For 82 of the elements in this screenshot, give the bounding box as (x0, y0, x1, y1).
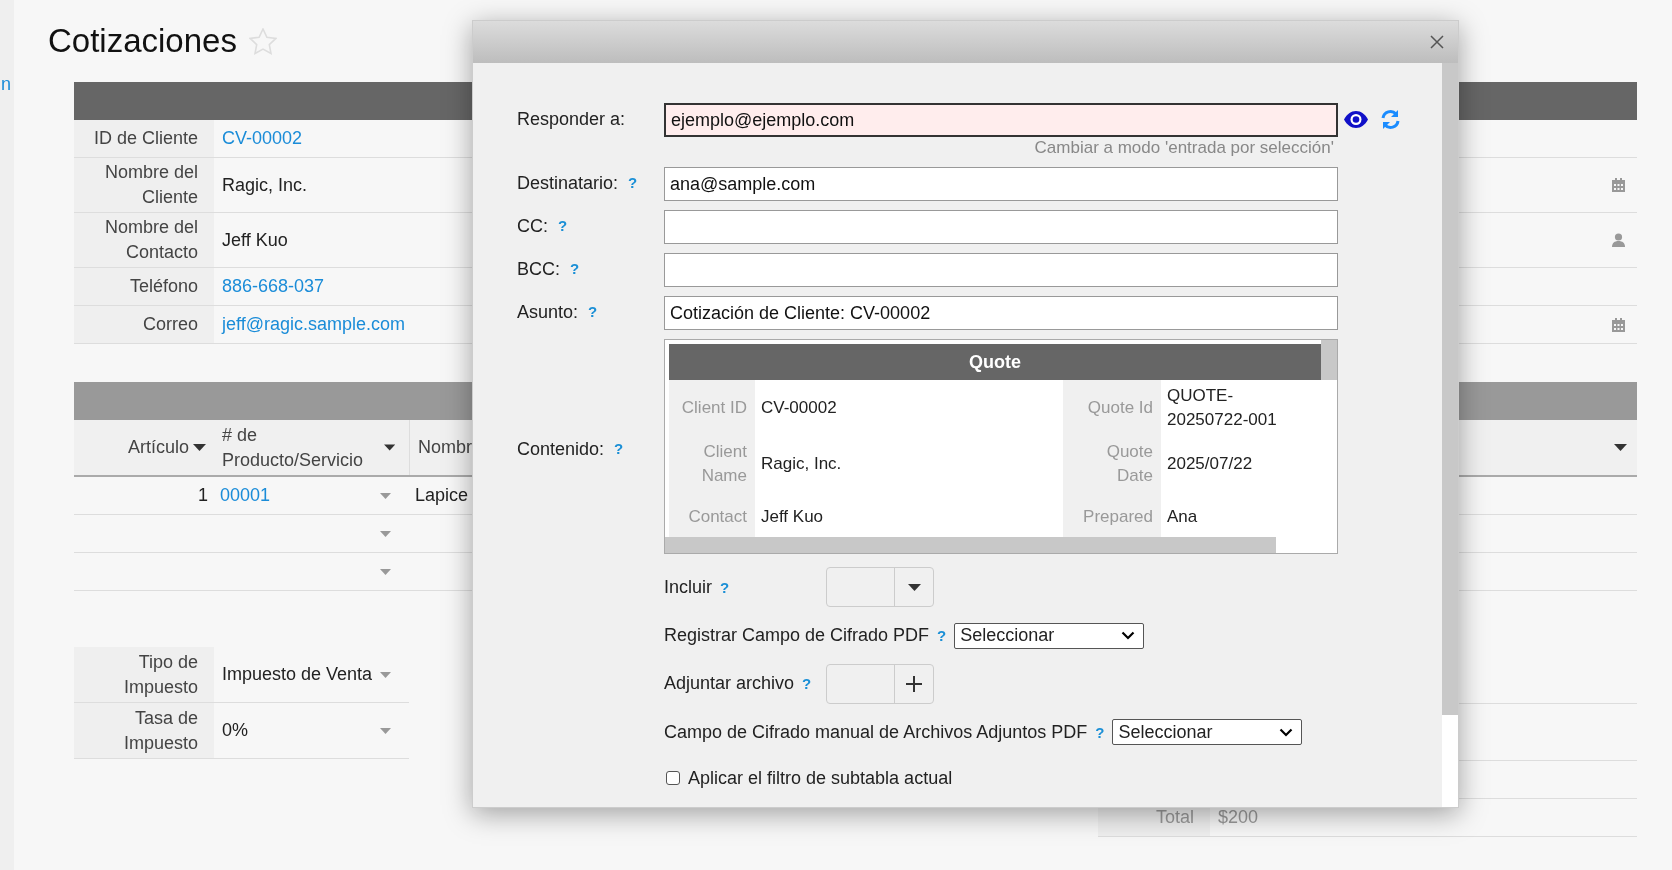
preview-label: Prepared (1063, 492, 1161, 537)
help-icon[interactable]: ? (720, 578, 730, 596)
preview-label: Quote Id (1063, 380, 1161, 436)
option-label: Adjuntar archivo (664, 673, 795, 695)
caret-icon[interactable] (383, 444, 395, 451)
field-value: Jeff Kuo (222, 229, 288, 251)
help-icon[interactable]: ? (588, 300, 598, 324)
field-link[interactable]: jeff@ragic.sample.com (222, 314, 405, 335)
preview-value: QUOTE-20250722-001 (1166, 385, 1278, 431)
field-label: Tipo de Impuesto (74, 647, 214, 702)
preview-value: Jeff Kuo (760, 506, 825, 528)
field-label: CC: (517, 215, 548, 238)
caret-icon[interactable] (907, 583, 921, 591)
column-header[interactable]: Nombr (418, 435, 472, 460)
preview-label: Quote Date (1063, 436, 1161, 492)
input-field[interactable] (664, 253, 1338, 287)
preview-label: Contact (669, 492, 755, 537)
option-label: Campo de Cifrado manual de Archivos Adjuntos PDF (664, 721, 1088, 743)
field-label: Contenido: (517, 437, 605, 461)
help-icon[interactable]: ? (570, 257, 580, 281)
product-link[interactable]: 00001 (220, 485, 271, 506)
chevron-icon (1121, 631, 1136, 640)
field-label: Nombre del Contacto (74, 213, 214, 267)
option-label: Incluir (664, 576, 712, 598)
star-icon[interactable] (248, 27, 277, 55)
field-label: Tasa de Impuesto (74, 703, 214, 758)
field-value: Ragic, Inc. (222, 174, 308, 196)
help-icon[interactable]: ? (937, 627, 947, 644)
input-field[interactable]: Cotización de Cliente: CV-00002 (664, 296, 1338, 330)
caret-icon[interactable] (1614, 444, 1627, 451)
mode-switch-link[interactable]: Cambiar a modo 'entrada por selección' (664, 138, 1338, 158)
scrollbar-thumb[interactable] (665, 537, 1276, 553)
field-label: Asunto: (517, 301, 579, 324)
total-value: $200 (1217, 806, 1260, 829)
page-title: Cotizaciones (48, 22, 237, 60)
preview-value: Ragic, Inc. (760, 453, 843, 475)
column-header[interactable]: Artículo (127, 435, 189, 460)
checkbox[interactable] (666, 771, 680, 785)
preview-label: Client ID (669, 380, 755, 436)
preview-label: Client Name (669, 436, 755, 492)
field-link[interactable]: 886-668-037 (222, 276, 325, 297)
help-icon[interactable]: ? (802, 675, 812, 693)
input-field[interactable] (664, 210, 1338, 244)
field-link[interactable]: CV-00002 (222, 128, 303, 149)
input-field[interactable]: ana@sample.com (664, 167, 1338, 201)
field-label: BCC: (517, 258, 560, 281)
field-value: Impuesto de Venta (222, 664, 373, 685)
field-label: Nombre del Cliente (74, 158, 214, 212)
help-icon[interactable]: ? (1095, 723, 1105, 741)
refresh-icon[interactable] (1380, 109, 1401, 130)
caret-icon[interactable] (193, 444, 206, 451)
field-label: ID de Cliente (74, 120, 214, 157)
preview-value: CV-00002 (760, 397, 838, 419)
scrollbar-thumb[interactable] (1321, 340, 1337, 380)
column-header[interactable]: # de Producto/Servicio (222, 422, 380, 473)
option-label: Registrar Campo de Cifrado PDF (664, 625, 930, 646)
table-cell: Lapice (415, 485, 469, 506)
sidebar-link[interactable]: n (1, 74, 11, 95)
help-icon[interactable]: ? (628, 171, 638, 195)
field-label: Teléfono (74, 268, 214, 305)
select-dropdown[interactable]: Seleccionar (954, 622, 1145, 649)
help-icon[interactable]: ? (614, 436, 624, 461)
field-value: 0% (222, 720, 248, 741)
plus-icon[interactable] (906, 675, 922, 692)
person-icon[interactable] (1612, 233, 1625, 247)
calendar-icon[interactable] (1612, 178, 1625, 192)
input-field[interactable]: ejemplo@ejemplo.com (664, 103, 1338, 137)
preview-value: Ana (1166, 506, 1199, 528)
field-label: Destinatario: (517, 172, 619, 195)
scrollbar-thumb[interactable] (1442, 63, 1458, 715)
preview-title: Quote (669, 344, 1321, 380)
calendar-icon[interactable] (1612, 317, 1625, 332)
checkbox-label[interactable]: Aplicar el filtro de subtabla actual (688, 767, 953, 789)
chevron-icon (1279, 727, 1294, 737)
select-dropdown[interactable]: Seleccionar (1112, 719, 1303, 745)
eye-icon[interactable] (1344, 111, 1368, 128)
field-label: Correo (74, 306, 214, 343)
close-icon[interactable] (1430, 35, 1444, 49)
table-cell: 1 (198, 485, 208, 506)
help-icon[interactable]: ? (558, 214, 568, 238)
field-label: Responder a: (517, 108, 626, 131)
preview-value: 2025/07/22 (1166, 453, 1254, 475)
